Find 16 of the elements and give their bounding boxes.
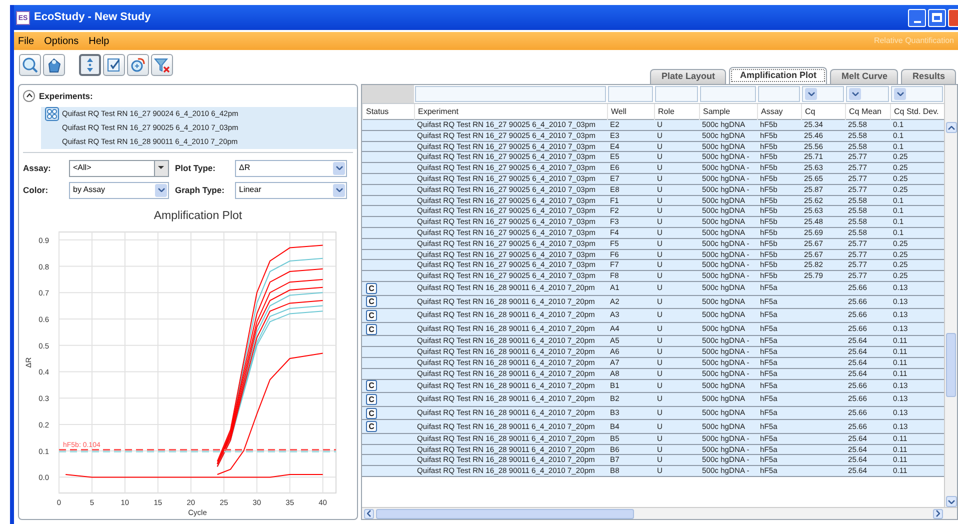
- status-badge: C: [366, 324, 377, 335]
- status-badge: C: [366, 282, 377, 294]
- control-label: Color:: [23, 184, 50, 197]
- window-title: EcoStudy - New Study: [34, 10, 151, 26]
- control-label: Graph Type:: [175, 184, 226, 197]
- chart-title: Amplification Plot: [152, 208, 244, 224]
- control-label: Plot Type:: [175, 162, 216, 175]
- status-badge: C: [366, 310, 377, 321]
- status-badge: C: [366, 394, 377, 405]
- mode-label: Relative Quantification: [874, 35, 954, 47]
- control-label: Assay:: [23, 162, 52, 175]
- status-badge: C: [366, 408, 377, 418]
- status-badge: C: [366, 380, 377, 392]
- status-badge: C: [366, 296, 377, 308]
- status-badge: C: [366, 421, 377, 432]
- section-title: Experiments:: [39, 90, 93, 102]
